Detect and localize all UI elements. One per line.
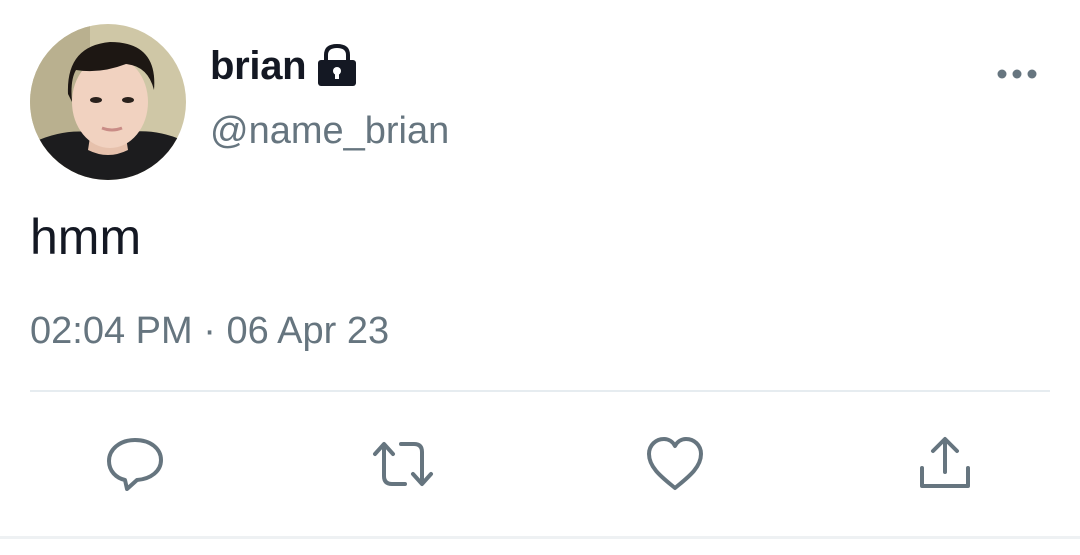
- display-name[interactable]: brian: [210, 44, 307, 89]
- tweet-time: 02:04 PM: [30, 310, 193, 352]
- timestamp-separator: ·: [203, 310, 216, 352]
- retweet-icon: [373, 442, 433, 486]
- bottom-divider: [0, 536, 1080, 539]
- tweet-card: brian @name_brian hmm 02:04 PM · 06 Apr …: [0, 0, 1080, 555]
- avatar[interactable]: [30, 24, 186, 180]
- retweet-button[interactable]: [371, 432, 435, 496]
- tweet-text: hmm: [30, 209, 142, 265]
- share-button[interactable]: [913, 432, 977, 496]
- tweet-date: 06 Apr 23: [226, 310, 390, 352]
- more-dots-icon[interactable]: [994, 60, 1040, 88]
- tweet-timestamp[interactable]: 02:04 PM · 06 Apr 23: [30, 310, 389, 353]
- user-handle[interactable]: @name_brian: [210, 110, 449, 153]
- like-button[interactable]: [643, 432, 707, 496]
- share-icon: [920, 437, 970, 488]
- heart-icon: [647, 437, 703, 490]
- display-name-row: brian: [210, 40, 358, 92]
- lock-icon: [316, 43, 358, 89]
- comment-icon: [107, 438, 163, 491]
- reply-button[interactable]: [103, 432, 167, 496]
- divider: [30, 390, 1050, 392]
